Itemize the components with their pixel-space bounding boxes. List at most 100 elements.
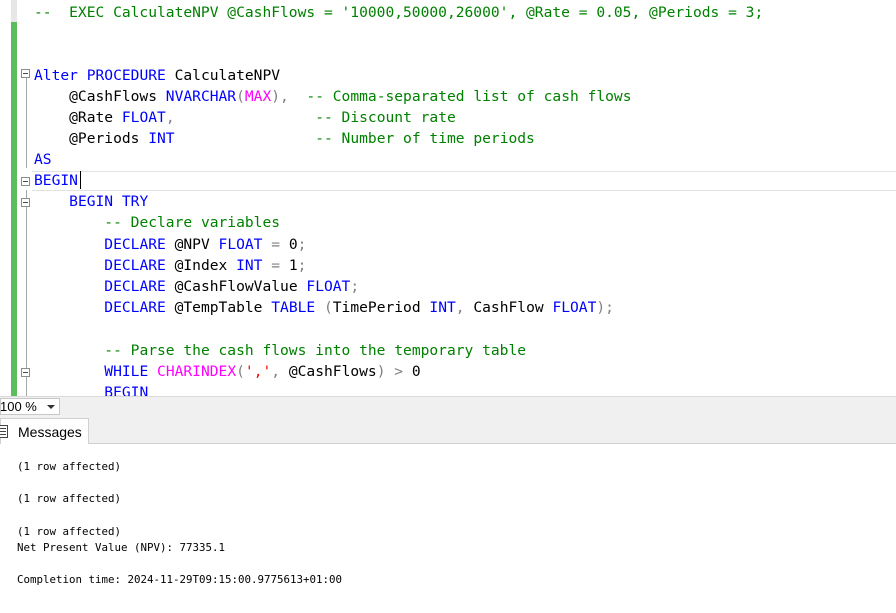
- editor-status-bar: 100 %: [0, 396, 896, 416]
- code-token: Alter: [34, 67, 78, 84]
- line-declare-cashflowvalue[interactable]: DECLARE @CashFlowValue FLOAT;: [34, 276, 359, 297]
- collapse-procedure-icon[interactable]: [21, 69, 30, 78]
- code-token: (: [236, 363, 245, 380]
- zoom-dropdown[interactable]: 100 %: [0, 398, 60, 415]
- code-token: WHILE: [104, 363, 149, 380]
- change-tracking-bar: [11, 0, 17, 396]
- code-token: DECLARE: [104, 257, 166, 274]
- code-token: DECLARE: [104, 299, 166, 316]
- code-token: -- Declare variables: [104, 214, 281, 231]
- line-declare-npv[interactable]: DECLARE @NPV FLOAT = 0;: [34, 234, 306, 255]
- messages-icon: [0, 425, 8, 438]
- code-token: @CashFlows: [34, 88, 166, 105]
- code-token: INT: [148, 130, 175, 147]
- zoom-value: 100 %: [0, 399, 37, 414]
- code-token: (: [315, 299, 333, 316]
- line-as[interactable]: AS: [34, 149, 52, 170]
- code-token: @Index: [165, 257, 237, 274]
- chevron-down-icon[interactable]: [47, 405, 55, 409]
- editor-margin: [0, 0, 11, 396]
- line-param-cashflows[interactable]: @CashFlows NVARCHAR(MAX), -- Comma-separ…: [34, 86, 632, 107]
- code-token: ): [376, 363, 386, 380]
- code-token: TABLE: [271, 299, 316, 316]
- outline-line-procedure: [26, 73, 27, 168]
- msg-row-affected-3: (1 row affected): [17, 525, 122, 538]
- code-token: 0: [411, 363, 421, 380]
- code-token: @Rate: [34, 109, 122, 126]
- messages-pane[interactable]: (1 row affected) (1 row affected) (1 row a…: [0, 444, 896, 613]
- code-token: ',': [244, 363, 272, 380]
- code-token: ;: [350, 278, 360, 295]
- code-token: -- Parse the cash flows into the tempora…: [104, 342, 527, 359]
- code-token: MAX: [244, 88, 272, 105]
- msg-row-affected-1: (1 row affected): [17, 460, 122, 473]
- code-token: BEGIN: [34, 172, 78, 189]
- code-token: DECLARE: [104, 278, 166, 295]
- code-token: -- Comma-separated list of cash flows: [306, 88, 632, 105]
- line-param-rate[interactable]: @Rate FLOAT, -- Discount rate: [34, 107, 456, 128]
- line-param-periods[interactable]: @Periods INT -- Number of time periods: [34, 128, 535, 149]
- query-editor[interactable]: -- EXEC CalculateNPV @CashFlows = '10000…: [0, 0, 896, 396]
- code-token: ;: [297, 257, 307, 274]
- code-token: TimePeriod: [332, 299, 430, 316]
- code-token: ,: [165, 109, 175, 126]
- code-token: BEGIN TRY: [69, 193, 149, 210]
- code-token: @CashFlowValue: [165, 278, 307, 295]
- code-token: BEGIN: [104, 384, 149, 396]
- msg-npv-result: Net Present Value (NPV): 77335.1: [17, 541, 226, 554]
- code-token: CashFlow: [464, 299, 553, 316]
- code-token: =: [262, 236, 289, 253]
- code-token: FLOAT: [121, 109, 166, 126]
- code-token: FLOAT: [552, 299, 597, 316]
- code-token: ,: [271, 363, 281, 380]
- code-token: -- EXEC CalculateNPV @CashFlows = '10000…: [34, 4, 764, 21]
- code-token: @TempTable: [165, 299, 272, 316]
- code-token: AS: [34, 151, 52, 168]
- line-declare-comment[interactable]: -- Declare variables: [34, 212, 280, 233]
- code-token: (: [236, 88, 245, 105]
- code-token: 1: [288, 257, 298, 274]
- collapse-begin-icon[interactable]: [21, 177, 30, 186]
- collapse-while-icon[interactable]: [21, 368, 30, 377]
- msg-completion-time: Completion time: 2024-11-29T09:15:00.977…: [17, 573, 343, 586]
- code-token: =: [262, 257, 289, 274]
- outline-line-begin: [26, 190, 27, 396]
- line-inner-begin[interactable]: BEGIN: [34, 382, 148, 396]
- line-alter[interactable]: Alter PROCEDURE CalculateNPV: [34, 65, 280, 86]
- line-declare-index[interactable]: DECLARE @Index INT = 1;: [34, 255, 306, 276]
- tab-messages[interactable]: Messages: [0, 418, 89, 444]
- current-line-highlight: [32, 171, 896, 191]
- line-begin[interactable]: BEGIN: [34, 170, 78, 191]
- text-caret: [80, 171, 81, 189]
- line-declare-temptable[interactable]: DECLARE @TempTable TABLE (TimePeriod INT…: [34, 297, 614, 318]
- code-token: ;: [297, 236, 307, 253]
- code-token: FLOAT: [218, 236, 263, 253]
- code-token: NVARCHAR: [165, 88, 237, 105]
- results-tab-strip: Messages: [0, 416, 896, 444]
- collapse-try-icon[interactable]: [21, 198, 30, 207]
- code-token: 0: [288, 236, 298, 253]
- code-token: -- Number of time periods: [315, 130, 535, 147]
- line-while[interactable]: WHILE CHARINDEX(',', @CashFlows) > 0: [34, 361, 421, 382]
- horizontal-scrollbar[interactable]: [62, 398, 896, 415]
- code-token: @Periods: [34, 130, 149, 147]
- code-token: INT: [236, 257, 263, 274]
- code-token: DECLARE: [104, 236, 166, 253]
- code-token: -- Discount rate: [315, 109, 456, 126]
- msg-row-affected-2: (1 row affected): [17, 492, 122, 505]
- code-token: >: [385, 363, 412, 380]
- line-exec-comment[interactable]: -- EXEC CalculateNPV @CashFlows = '10000…: [34, 2, 763, 23]
- line-parse-comment[interactable]: -- Parse the cash flows into the tempora…: [34, 340, 526, 361]
- line-begin-try[interactable]: BEGIN TRY: [34, 191, 148, 212]
- code-token: FLOAT: [306, 278, 351, 295]
